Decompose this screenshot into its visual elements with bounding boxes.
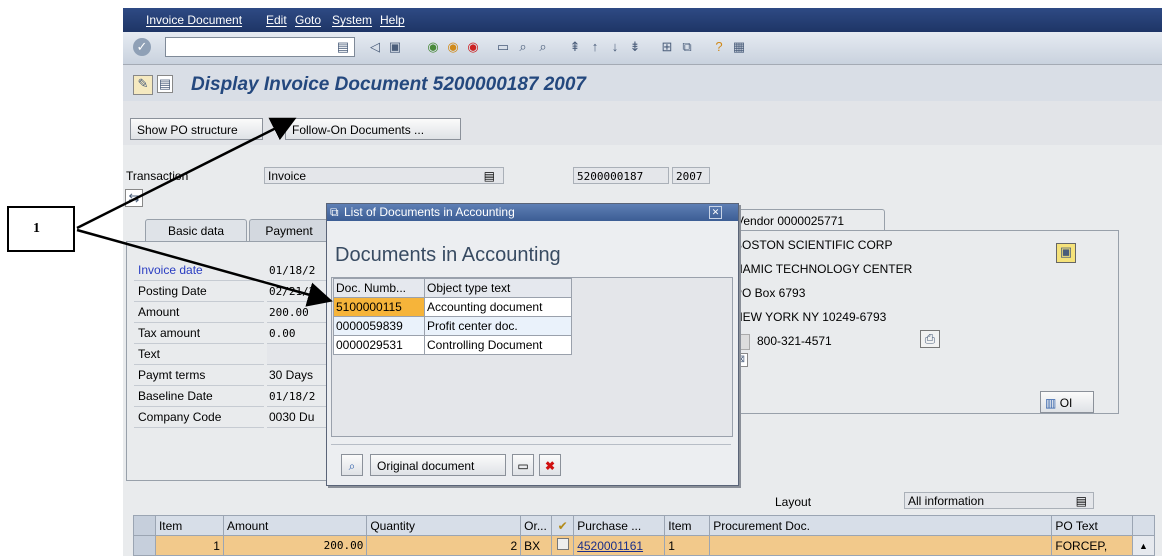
annotation-arrows (76, 117, 333, 307)
arrow-to-follow-on-button (76, 117, 297, 230)
arrow-to-accounting-document (76, 228, 333, 307)
